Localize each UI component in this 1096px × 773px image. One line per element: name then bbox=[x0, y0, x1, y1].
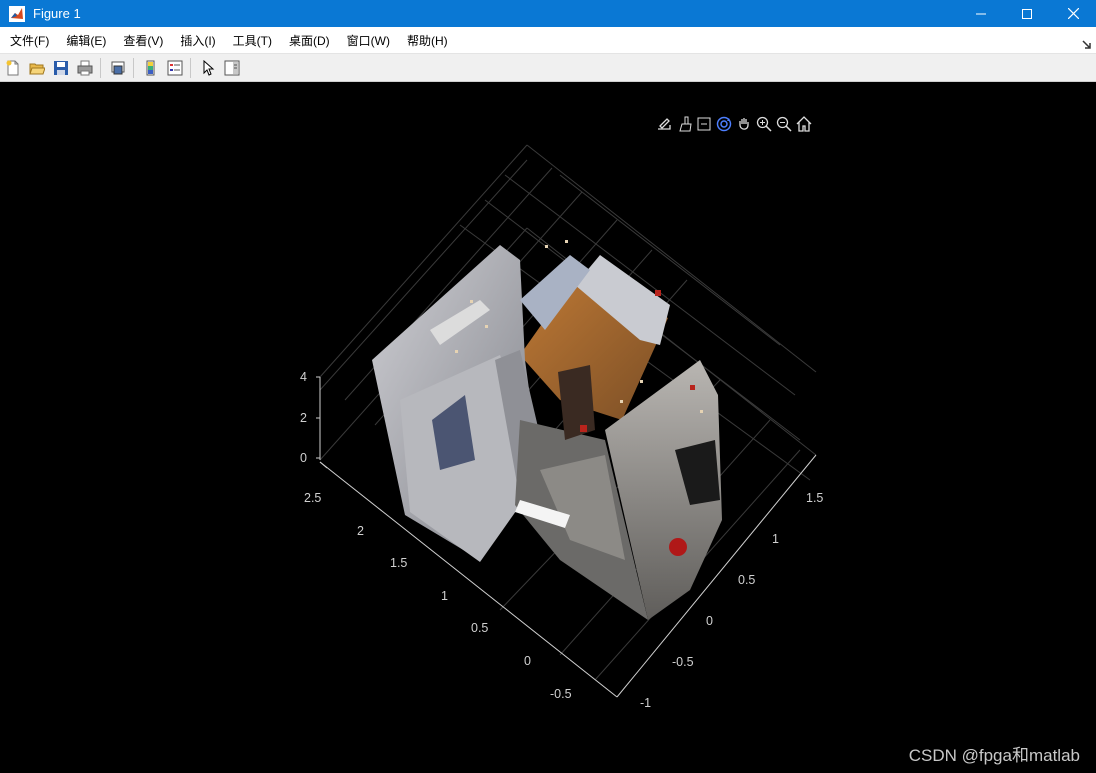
home-icon[interactable] bbox=[794, 114, 814, 134]
y-tick-label: 0.5 bbox=[738, 573, 755, 587]
x-tick-label: 1 bbox=[441, 589, 448, 603]
x-tick-label: 0.5 bbox=[471, 621, 488, 635]
rotate-3d-icon[interactable] bbox=[714, 114, 734, 134]
y-tick-label: 1 bbox=[772, 532, 779, 546]
x-tick-label: 1.5 bbox=[390, 556, 407, 570]
z-tick-label: 0 bbox=[300, 451, 307, 465]
z-axis bbox=[316, 376, 321, 460]
y-tick-label: 1.5 bbox=[806, 491, 823, 505]
pan-icon[interactable] bbox=[734, 114, 754, 134]
x-tick-label: 2.5 bbox=[304, 491, 321, 505]
y-tick-label: -0.5 bbox=[672, 655, 694, 669]
y-tick-label: 0 bbox=[706, 614, 713, 628]
zoom-out-icon[interactable] bbox=[774, 114, 794, 134]
zoom-in-icon[interactable] bbox=[754, 114, 774, 134]
x-tick-label: 2 bbox=[357, 524, 364, 538]
x-tick-label: 0 bbox=[524, 654, 531, 668]
point-cloud-plot[interactable]: 4 2 0 -0.5 0 0.5 1 1.5 2 2.5 -1 -0.5 0 0… bbox=[0, 0, 1096, 773]
axes-toolbar bbox=[654, 114, 814, 134]
brush-icon[interactable] bbox=[674, 114, 694, 134]
x-tick-label: -0.5 bbox=[550, 687, 572, 701]
watermark-text: CSDN @fpga和matlab bbox=[908, 746, 1080, 765]
z-tick-label: 4 bbox=[300, 370, 307, 384]
data-tips-icon[interactable] bbox=[694, 114, 714, 134]
y-tick-label: -1 bbox=[640, 696, 651, 710]
z-tick-label: 2 bbox=[300, 411, 307, 425]
point-cloud bbox=[372, 240, 722, 620]
export-icon[interactable] bbox=[654, 114, 674, 134]
